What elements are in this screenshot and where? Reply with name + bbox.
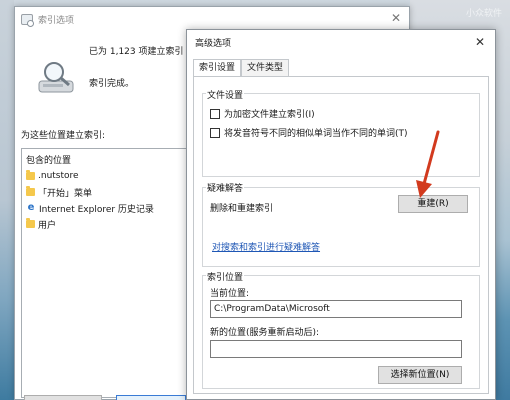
advanced-options-dialog: 高级选项 ✕ 索引设置 文件类型 文件设置 为加密文件建立索引(I) 将发音符号… — [186, 29, 496, 400]
current-location-label: 当前位置: — [210, 289, 250, 299]
select-new-location-button[interactable]: 选择新位置(N) — [378, 366, 462, 384]
tab-strip: 索引设置 文件类型 — [193, 59, 290, 77]
new-location-label: 新的位置(服务重新启动后): — [210, 328, 320, 338]
list-item[interactable]: .nutstore — [22, 168, 188, 184]
group-title: 疑难解答 — [206, 181, 245, 194]
location-label: .nutstore — [38, 171, 79, 181]
checkbox[interactable] — [210, 108, 220, 119]
index-status: 索引完成。 — [89, 79, 135, 89]
encrypt-files-checkbox[interactable]: 为加密文件建立索引(I) — [210, 107, 315, 120]
location-label: 用户 — [38, 220, 57, 231]
locations-label: 为这些位置建立索引: — [21, 131, 106, 141]
close-icon[interactable]: ✕ — [473, 35, 487, 49]
location-label: Internet Explorer 历史记录 — [39, 204, 154, 215]
checkbox-label: 将发音符号不同的相似单词当作不同的单词(T) — [224, 129, 408, 139]
group-title: 文件设置 — [206, 88, 245, 101]
ie-icon: e — [27, 202, 35, 213]
tab-index-settings[interactable]: 索引设置 — [193, 59, 242, 77]
tab-file-types[interactable]: 文件类型 — [241, 59, 290, 76]
watermark: 小众软件 — [465, 9, 502, 19]
modify-button[interactable] — [24, 395, 102, 400]
folder-icon — [26, 186, 35, 196]
list-item[interactable]: 用户 — [22, 216, 188, 232]
window-title: 索引选项 — [38, 15, 75, 26]
close-icon[interactable]: ✕ — [389, 11, 403, 25]
group-title: 索引位置 — [206, 270, 245, 283]
dialog-title: 高级选项 — [195, 38, 232, 49]
locations-header[interactable]: 包含的位置 — [22, 149, 188, 168]
folder-icon — [26, 170, 35, 180]
annotation-arrow-icon — [416, 130, 440, 198]
tab-panel: 文件设置 为加密文件建立索引(I) 将发音符号不同的相似单词当作不同的单词(T)… — [193, 76, 489, 394]
troubleshoot-link[interactable]: 对搜索和索引进行疑难解答 — [212, 240, 320, 253]
checkbox[interactable] — [210, 127, 220, 138]
indexed-count: 已为 1,123 项建立索引 — [89, 47, 184, 57]
list-item[interactable]: 「开始」菜单 — [22, 184, 188, 200]
checkbox-label: 为加密文件建立索引(I) — [224, 110, 315, 120]
locations-list[interactable]: 包含的位置 .nutstore 「开始」菜单 e Internet Explor… — [21, 148, 189, 398]
location-label: 「开始」菜单 — [38, 188, 93, 199]
indexing-app-icon — [21, 13, 34, 27]
title-bar[interactable]: 索引选项 — [15, 7, 409, 31]
magnifier-icon — [38, 62, 74, 93]
current-location-field[interactable]: C:\ProgramData\Microsoft — [210, 300, 462, 318]
folder-icon — [26, 218, 35, 228]
rebuild-text: 删除和重建索引 — [210, 204, 274, 214]
advanced-button[interactable] — [116, 395, 186, 400]
list-item[interactable]: e Internet Explorer 历史记录 — [22, 200, 188, 216]
desktop-background-left — [0, 0, 14, 400]
new-location-field[interactable] — [210, 340, 462, 358]
dialog-title-bar[interactable]: 高级选项 — [187, 30, 495, 54]
diacritics-checkbox[interactable]: 将发音符号不同的相似单词当作不同的单词(T) — [210, 126, 408, 139]
